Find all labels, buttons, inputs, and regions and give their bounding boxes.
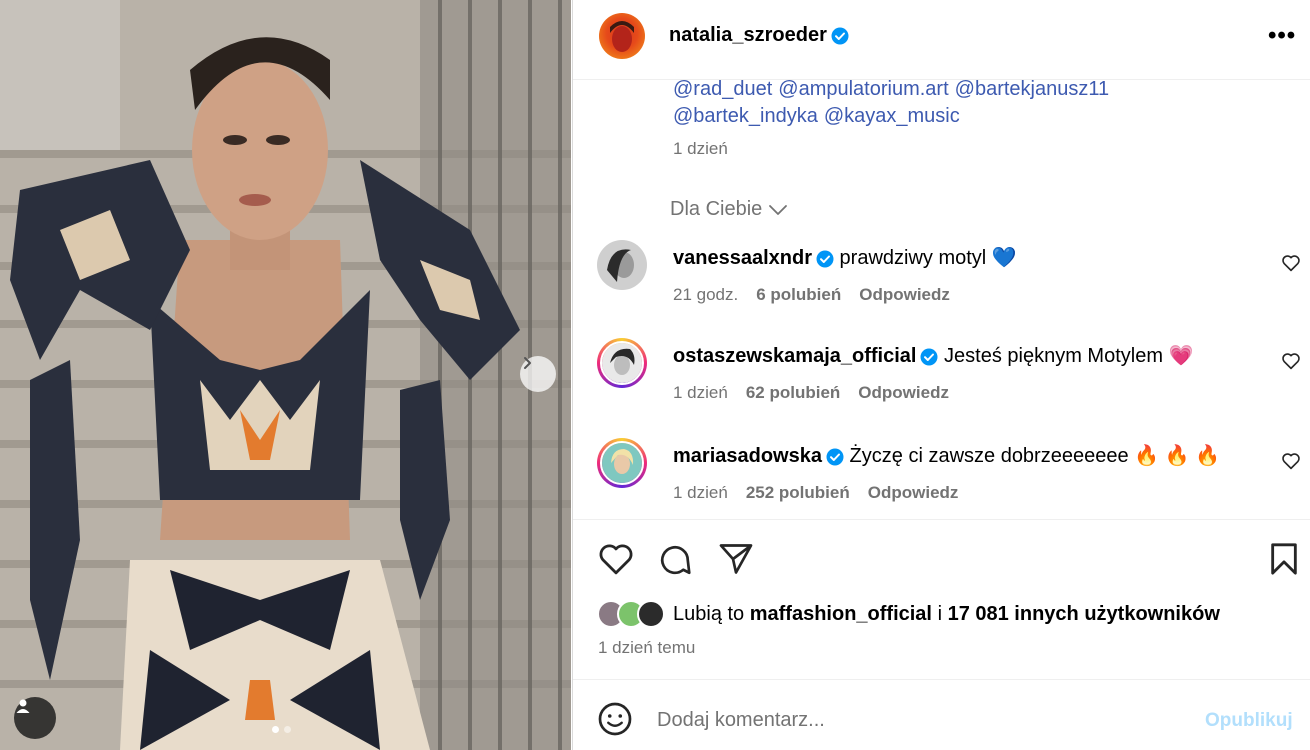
user-tag-icon xyxy=(16,699,30,713)
author-username-text[interactable]: natalia_szroeder xyxy=(669,24,827,46)
tagged-users-button[interactable] xyxy=(14,697,56,739)
heart-icon[interactable] xyxy=(1281,254,1301,272)
comment-meta: 1 dzień 252 polubień Odpowiedz xyxy=(673,483,958,503)
comment-reply-button[interactable]: Odpowiedz xyxy=(859,285,950,305)
heart-icon[interactable] xyxy=(1281,352,1301,370)
likes-others-link[interactable]: 17 081 innych użytkowników xyxy=(948,603,1220,625)
comment-reply-button[interactable]: Odpowiedz xyxy=(858,383,949,403)
mention-link[interactable]: @kayax_music xyxy=(824,105,960,127)
verified-icon xyxy=(831,27,849,45)
comment-emoji: 💗 xyxy=(1168,345,1194,367)
carousel-indicator xyxy=(272,726,291,733)
comment-likes[interactable]: 62 polubień xyxy=(746,383,840,403)
comment-avatar-story[interactable] xyxy=(597,338,647,388)
comment-body: Życzę ci zawsze dobrzeeeeeee xyxy=(849,445,1129,467)
likes-prefix: Lubią to xyxy=(673,602,745,625)
mention-link[interactable]: @bartek_indyka xyxy=(673,105,818,127)
comment-icon[interactable] xyxy=(657,542,693,578)
emoji-icon[interactable] xyxy=(597,701,633,737)
author-avatar-image xyxy=(610,21,634,52)
heart-icon[interactable] xyxy=(1281,452,1301,470)
comment-avatar-image xyxy=(602,343,642,383)
post-photo[interactable] xyxy=(0,0,571,750)
caption-mentions: @rad_duet @ampulatorium.art @bartekjanusz1… xyxy=(673,76,1273,130)
comment-text-line: mariasadowska Życzę ci zawsze dobrzeeeee… xyxy=(673,443,1220,468)
more-options-icon[interactable]: ••• xyxy=(1268,22,1296,50)
comment-time: 1 dzień xyxy=(673,483,728,502)
post-actions: Lubią to maffashion_official i 17 081 in… xyxy=(573,519,1310,679)
comment-username[interactable]: mariasadowska xyxy=(673,445,822,467)
comment-input[interactable] xyxy=(657,702,1177,738)
comment-sort-dropdown[interactable]: Dla Ciebie xyxy=(670,198,788,221)
post-details-panel: natalia_szroeder ••• @rad_duet @ampulator… xyxy=(572,0,1310,750)
publish-button[interactable]: Opublikuj xyxy=(1205,710,1293,732)
mention-link[interactable]: @ampulatorium.art xyxy=(778,78,948,100)
verified-icon xyxy=(826,448,844,466)
author-username[interactable]: natalia_szroeder xyxy=(669,24,849,47)
comment-avatar-image xyxy=(597,240,647,290)
chevron-right-icon xyxy=(524,357,531,369)
post-timestamp: 1 dzień temu xyxy=(598,638,696,657)
comment-emoji: 💙 xyxy=(991,247,1017,269)
carousel-dot xyxy=(284,726,291,733)
comment-likes[interactable]: 6 polubień xyxy=(756,285,841,305)
comment-avatar[interactable] xyxy=(597,240,647,290)
comment-sort-label: Dla Ciebie xyxy=(670,198,763,220)
share-icon[interactable] xyxy=(718,542,754,576)
likes-connector: i xyxy=(937,602,943,625)
comment-reply-button[interactable]: Odpowiedz xyxy=(868,483,959,503)
carousel-dot-active xyxy=(272,726,279,733)
comment-composer: Opublikuj xyxy=(573,679,1310,750)
comment-meta: 21 godz. 6 polubień Odpowiedz xyxy=(673,285,950,305)
bookmark-icon[interactable] xyxy=(1269,542,1299,576)
comment-likes[interactable]: 252 polubień xyxy=(746,483,850,503)
comment-meta: 1 dzień 62 polubień Odpowiedz xyxy=(673,383,949,403)
mention-link[interactable]: @bartekjanusz11 xyxy=(955,78,1109,100)
comment-username[interactable]: ostaszewskamaja_official xyxy=(673,345,916,367)
post-header: natalia_szroeder ••• xyxy=(573,0,1310,80)
comment-item: ostaszewskamaja_official Jesteś pięknym … xyxy=(573,338,1310,428)
verified-icon xyxy=(816,250,834,268)
comment-body: Jesteś pięknym Motylem xyxy=(944,345,1163,367)
caption-time: 1 dzień xyxy=(673,139,728,158)
mention-link[interactable]: @rad_duet xyxy=(673,78,772,100)
post-image xyxy=(0,0,571,750)
comment-time: 21 godz. xyxy=(673,285,739,304)
liker-avatar xyxy=(637,600,665,628)
likes-text: Lubią to maffashion_official i 17 081 in… xyxy=(673,603,1220,626)
heart-icon[interactable] xyxy=(597,542,635,576)
comment-text-line: ostaszewskamaja_official Jesteś pięknym … xyxy=(673,343,1193,368)
comment-item: vanessaalxndr prawdziwy motyl 💙 21 godz.… xyxy=(573,240,1310,330)
comment-time: 1 dzień xyxy=(673,383,728,402)
likes-user-link[interactable]: maffashion_official xyxy=(750,603,932,625)
comment-username[interactable]: vanessaalxndr xyxy=(673,247,812,269)
likes-summary: Lubią to maffashion_official i 17 081 in… xyxy=(597,600,1220,628)
comment-avatar-story[interactable] xyxy=(597,438,647,488)
verified-icon xyxy=(920,348,938,366)
comment-text-line: vanessaalxndr prawdziwy motyl 💙 xyxy=(673,245,1017,270)
comment-body: prawdziwy motyl xyxy=(839,247,987,269)
comment-avatar-image xyxy=(602,443,642,483)
comment-emoji: 🔥 🔥 🔥 xyxy=(1134,445,1220,467)
comment-item: mariasadowska Życzę ci zawsze dobrzeeeee… xyxy=(573,438,1310,528)
next-photo-button[interactable] xyxy=(520,356,556,392)
chevron-down-icon xyxy=(769,204,788,215)
author-avatar[interactable] xyxy=(599,13,645,59)
